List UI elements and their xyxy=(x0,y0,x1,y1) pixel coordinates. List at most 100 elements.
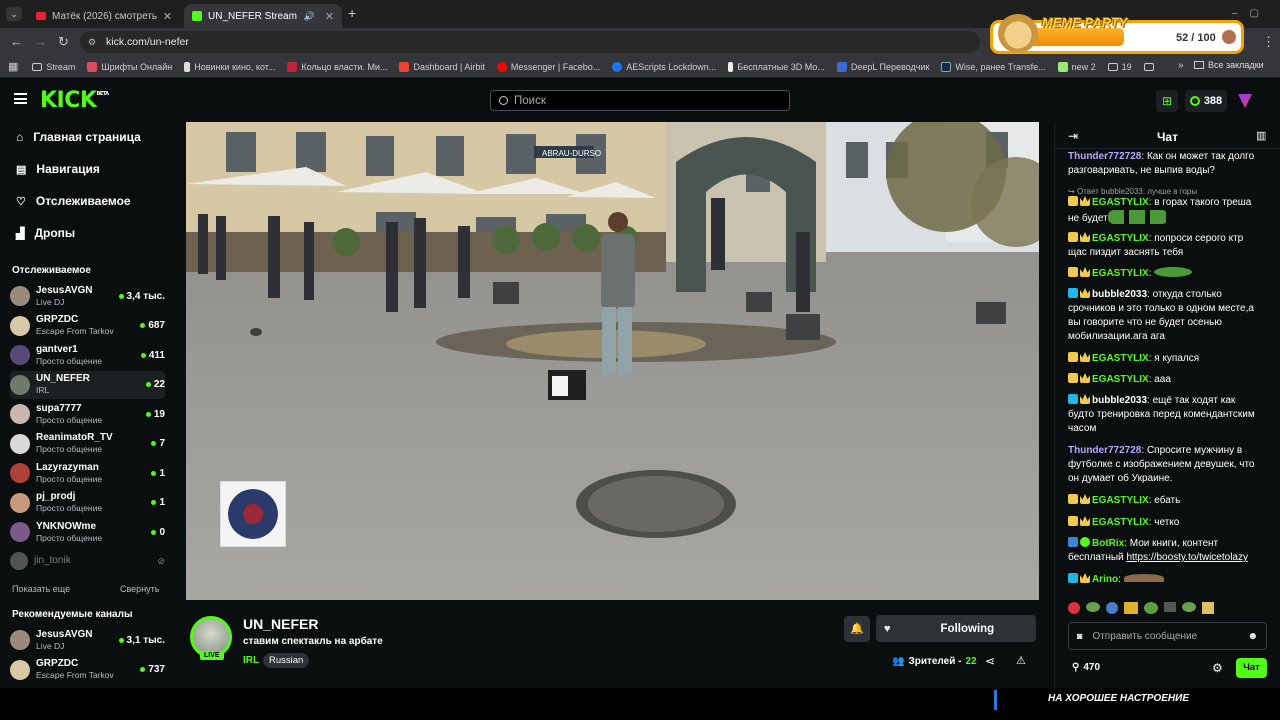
sidebar-channel[interactable]: gantver1 Просто общение 411 xyxy=(10,341,165,369)
sidebar-channel[interactable]: supa7777 Просто общение 19 xyxy=(10,400,165,428)
language-tag[interactable]: Russian xyxy=(263,653,310,668)
points-icon xyxy=(1189,96,1200,106)
crown-badge-icon xyxy=(1080,267,1090,277)
bookmark-item[interactable]: DeepL Переводчик xyxy=(836,61,929,72)
follow-button[interactable]: ♥ Following xyxy=(876,615,1036,642)
site-favicon-icon xyxy=(184,61,191,72)
bookmark-item[interactable]: Бесплатные 3D Мо... xyxy=(728,61,825,72)
collapse-link[interactable]: Свернуть xyxy=(120,584,159,594)
viewer-count: 7 xyxy=(151,438,165,449)
kick-points-button[interactable]: 388 xyxy=(1185,90,1227,112)
all-bookmarks[interactable]: Все закладки xyxy=(1194,60,1264,70)
browser-tab-inactive[interactable]: Матёк (2026) смотреть онлайн ✕ xyxy=(28,4,180,28)
bookmark-folder[interactable] xyxy=(1143,62,1158,71)
url-field[interactable]: ⚙ kick.com/un-nefer xyxy=(80,31,980,53)
kick-logo[interactable]: KICKBETA xyxy=(40,88,109,113)
bookmark-item[interactable]: Кольцо власти. Ми... xyxy=(287,61,387,72)
notifications-button[interactable]: 🔔 xyxy=(844,616,870,642)
browser-menu-icon[interactable]: ⋮ xyxy=(1262,34,1275,50)
chat-settings-icon[interactable]: ⚙ xyxy=(1212,661,1223,675)
avatar xyxy=(1222,30,1236,44)
chat-username[interactable]: EGASTYLIX xyxy=(1092,268,1149,279)
chat-username[interactable]: bubble2033 xyxy=(1092,289,1147,300)
chat-username[interactable]: bubble2033 xyxy=(1092,395,1147,406)
sidebar-channel[interactable]: JesusAVGN Live DJ 3,1 тыс. xyxy=(10,626,165,654)
chat-username[interactable]: Thunder772728 xyxy=(1068,151,1141,162)
chat-link[interactable]: https://boosty.to/twicetolazy xyxy=(1126,552,1248,563)
bookmark-item[interactable]: Messenger | Facebo... xyxy=(496,61,600,72)
tab-list-button[interactable]: ⌄ xyxy=(6,7,22,21)
bookmark-item[interactable]: Dashboard | Airbit xyxy=(399,61,485,72)
chat-points[interactable]: ⚲ 470 xyxy=(1072,662,1100,673)
avatar xyxy=(10,552,28,570)
avatar xyxy=(10,404,30,424)
live-dot-icon xyxy=(151,500,157,505)
site-info-icon[interactable]: ⚙ xyxy=(88,37,96,48)
window-controls[interactable]: –▢ xyxy=(1232,8,1271,19)
sidebar-channel[interactable]: pj_prodj Просто общение 1 xyxy=(10,489,165,517)
nav-home[interactable]: ⌂ Главная страница xyxy=(16,130,141,144)
chat-username[interactable]: Thunder772728 xyxy=(1068,445,1141,456)
apps-grid-icon[interactable]: ▦ xyxy=(8,60,18,73)
sidebar-channel[interactable]: GRPZDC Escape From Tarkov 737 xyxy=(10,656,165,684)
channel-name[interactable]: UN_NEFER xyxy=(243,616,318,632)
chat-input[interactable]: ◙ Отправить сообщение ☻ xyxy=(1068,622,1267,650)
sidebar-channel[interactable]: YNKNOWme Просто общение 0 xyxy=(10,518,165,546)
bookmark-item[interactable]: Wise, ранее Transfe... xyxy=(941,61,1046,72)
show-more-link[interactable]: Показать еще xyxy=(12,584,70,594)
chat-users-icon[interactable]: ▥ xyxy=(1256,129,1266,142)
chat-username[interactable]: EGASTYLIX xyxy=(1092,353,1149,364)
sidebar-channel[interactable]: Lazyrazyman Просто общение 1 xyxy=(10,459,165,487)
forward-icon[interactable]: → xyxy=(34,34,47,49)
bookmark-item[interactable]: Шрифты Онлайн xyxy=(87,61,172,72)
bookmark-item[interactable]: Stream xyxy=(32,62,75,72)
emoji-picker-icon[interactable]: ☻ xyxy=(1247,631,1258,642)
sidebar-channel[interactable]: UN_NEFER IRL 22 xyxy=(10,370,165,399)
bookmark-item[interactable]: new 2 xyxy=(1057,61,1096,72)
chat-username[interactable]: EGASTYLIX xyxy=(1092,374,1149,385)
bookmark-item[interactable]: AEScripts Lockdown... xyxy=(612,61,716,72)
search-input[interactable]: Поиск xyxy=(490,90,790,111)
rewards-button[interactable]: ⊞ xyxy=(1156,90,1178,112)
search-icon xyxy=(499,96,508,105)
chat-send-button[interactable]: Чат xyxy=(1236,658,1267,678)
share-icon[interactable]: ⋖ xyxy=(985,654,995,668)
audio-playing-icon[interactable]: 🔊 xyxy=(304,11,315,22)
chat-username[interactable]: EGASTYLIX xyxy=(1092,517,1149,528)
nav-drops[interactable]: ▟ Дропы xyxy=(16,226,75,240)
offline-channel[interactable]: jin_tonik ⊘ xyxy=(10,551,165,571)
sidebar-channel[interactable]: ReanimatoR_TV Просто общение 7 xyxy=(10,430,165,458)
sidebar-channel[interactable]: JesusAVGN Live DJ 3,4 тыс. xyxy=(10,282,165,310)
chat-mode-icon[interactable]: ◙ xyxy=(1077,631,1082,641)
hamburger-menu-icon[interactable] xyxy=(14,93,27,104)
chat-username[interactable]: BotRix xyxy=(1092,538,1124,549)
chat-username[interactable]: Arino xyxy=(1092,574,1118,585)
channel-name: JesusAVGN xyxy=(36,628,93,640)
emote-icon xyxy=(1182,602,1196,612)
close-tab-icon[interactable]: ✕ xyxy=(163,10,172,23)
nav-browse[interactable]: ▤ Навигация xyxy=(16,162,100,176)
report-icon[interactable]: ⚠ xyxy=(1016,654,1026,667)
new-tab-button[interactable]: + xyxy=(348,5,356,21)
video-player[interactable]: ABRAU-DURSO xyxy=(186,122,1039,600)
bookmark-folder[interactable]: 19 xyxy=(1107,62,1132,72)
bookmarks-overflow-icon[interactable]: » xyxy=(1178,60,1184,71)
sidebar-channel[interactable]: GRPZDC Escape From Tarkov 687 xyxy=(10,312,165,340)
channel-name: UN_NEFER xyxy=(36,373,90,384)
chat-username[interactable]: EGASTYLIX xyxy=(1092,197,1149,208)
close-tab-icon[interactable]: ✕ xyxy=(325,10,334,23)
browser-tab-active[interactable]: UN_NEFER Stream - Watch 🔊 ✕ xyxy=(184,4,342,28)
back-icon[interactable]: ← xyxy=(10,34,23,49)
bookmark-item[interactable]: Новинки кино, кот... xyxy=(184,61,275,72)
category-link[interactable]: IRL xyxy=(243,655,259,666)
collapse-chat-icon[interactable]: ⇥ xyxy=(1068,129,1078,143)
kinopoisk-favicon-icon xyxy=(36,12,46,20)
chat-divider xyxy=(1055,148,1280,149)
emote-icon xyxy=(1164,602,1176,612)
chat-username[interactable]: EGASTYLIX xyxy=(1092,495,1149,506)
emote-reaction-row xyxy=(1068,602,1268,616)
wise-icon xyxy=(1057,61,1068,72)
chat-username[interactable]: EGASTYLIX xyxy=(1092,233,1149,244)
reload-icon[interactable]: ↻ xyxy=(58,34,69,50)
nav-following[interactable]: ♡ Отслеживаемое xyxy=(16,194,131,208)
